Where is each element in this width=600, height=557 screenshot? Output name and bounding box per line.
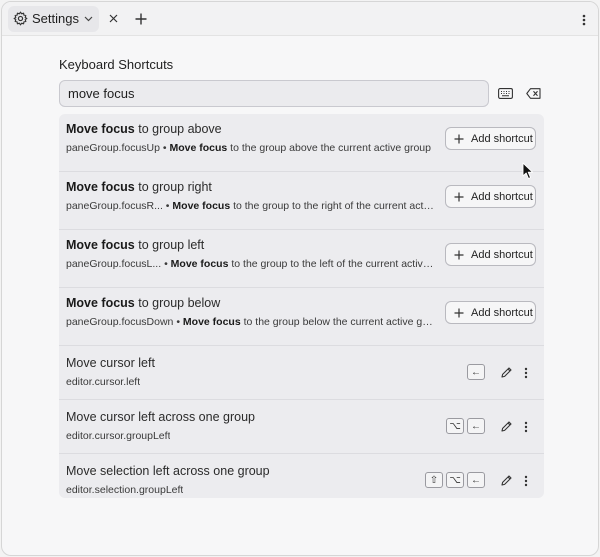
search-input[interactable] <box>68 86 488 101</box>
row-title: Move focus to group right <box>66 180 212 194</box>
command-id: editor.cursor.left <box>66 376 141 388</box>
list-item[interactable]: Move focus to group above paneGroup.focu… <box>59 114 544 172</box>
plus-icon <box>454 308 464 318</box>
add-shortcut-label: Add shortcut <box>471 132 533 145</box>
row-title: Move focus to group left <box>66 238 205 252</box>
add-shortcut-button[interactable]: Add shortcut <box>445 301 536 324</box>
command-id: editor.selection.groupLeft <box>66 484 184 496</box>
keyboard-icon[interactable] <box>497 86 513 100</box>
command-id: editor.cursor.groupLeft <box>66 430 171 442</box>
add-shortcut-label: Add shortcut <box>471 248 533 261</box>
add-shortcut-button[interactable]: Add shortcut <box>445 185 536 208</box>
row-title: Move cursor left <box>66 356 155 370</box>
list-item[interactable]: Move cursor left across one group editor… <box>59 400 544 454</box>
list-item[interactable]: Move selection left across one group edi… <box>59 454 544 498</box>
chevron-down-icon[interactable] <box>83 13 95 25</box>
more-vertical-icon[interactable] <box>523 366 529 379</box>
keycap-option: ⌥ <box>446 418 464 434</box>
gear-icon <box>12 11 28 27</box>
new-tab-plus-icon[interactable] <box>133 11 149 27</box>
tab-settings[interactable]: Settings <box>8 5 99 32</box>
plus-icon <box>454 134 464 144</box>
keycap-left-arrow: ← <box>467 364 485 380</box>
list-item[interactable]: Move cursor left editor.cursor.left ← <box>59 346 544 400</box>
more-vertical-icon[interactable] <box>523 474 529 487</box>
more-vertical-icon[interactable] <box>580 12 588 28</box>
settings-window: Settings Keyboard Shortcuts move focus M… <box>1 1 599 556</box>
list-item[interactable]: Move focus to group left paneGroup.focus… <box>59 230 544 288</box>
plus-icon <box>454 250 464 260</box>
shortcuts-list: Move focus to group above paneGroup.focu… <box>59 114 544 498</box>
row-description: paneGroup.focusL... • Move focus to the … <box>66 258 436 270</box>
clear-search-icon[interactable] <box>525 86 541 100</box>
mouse-pointer-icon <box>522 162 533 179</box>
row-title: Move selection left across one group <box>66 464 270 478</box>
add-shortcut-label: Add shortcut <box>471 306 533 319</box>
row-title: Move cursor left across one group <box>66 410 255 424</box>
add-shortcut-button[interactable]: Add shortcut <box>445 127 536 150</box>
keycap-left-arrow: ← <box>467 418 485 434</box>
tab-title: Settings <box>32 11 79 26</box>
section-title: Keyboard Shortcuts <box>59 57 174 72</box>
list-item[interactable]: Move focus to group below paneGroup.focu… <box>59 288 544 346</box>
pencil-icon[interactable] <box>500 366 513 379</box>
keycap-left-arrow: ← <box>467 472 485 488</box>
keycap-shift: ⇧ <box>425 472 443 488</box>
keycap-option: ⌥ <box>446 472 464 488</box>
pencil-icon[interactable] <box>500 420 513 433</box>
more-vertical-icon[interactable] <box>523 420 529 433</box>
tab-bar: Settings <box>2 2 598 36</box>
row-description: paneGroup.focusR... • Move focus to the … <box>66 200 436 212</box>
plus-icon <box>454 192 464 202</box>
add-shortcut-button[interactable]: Add shortcut <box>445 243 536 266</box>
row-description: paneGroup.focusDown • Move focus to the … <box>66 316 436 328</box>
row-description: paneGroup.focusUp • Move focus to the gr… <box>66 142 431 154</box>
close-tab-icon[interactable] <box>107 12 121 26</box>
row-title: Move focus to group above <box>66 122 222 136</box>
search-box <box>59 80 489 107</box>
pencil-icon[interactable] <box>500 474 513 487</box>
add-shortcut-label: Add shortcut <box>471 190 533 203</box>
row-title: Move focus to group below <box>66 296 221 310</box>
list-item[interactable]: Move focus to group right paneGroup.focu… <box>59 172 544 230</box>
